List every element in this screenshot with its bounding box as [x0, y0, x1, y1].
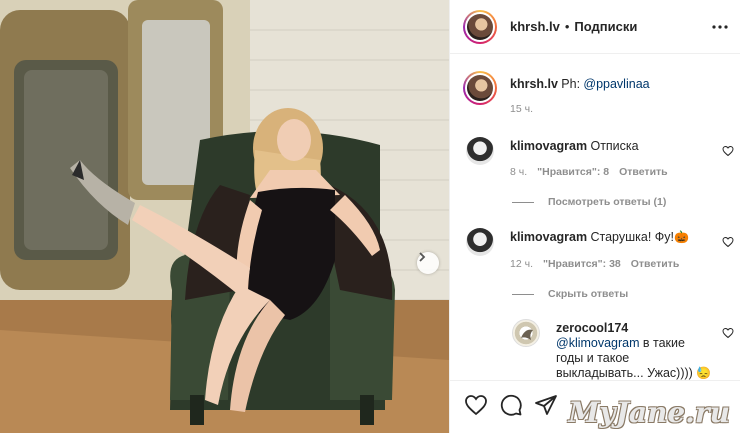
- caption-mention-link[interactable]: @ppavlinaa: [583, 77, 649, 91]
- comment-body: klimovagram Отписка: [510, 139, 639, 153]
- comment-meta: 8 ч. "Нравится": 8 Ответить: [510, 166, 678, 178]
- comment-avatar[interactable]: [466, 228, 494, 256]
- reply-button[interactable]: Ответить: [619, 166, 668, 178]
- more-horizontal-icon: [711, 25, 729, 39]
- comment-likes-count[interactable]: "Нравится": 8: [537, 166, 609, 178]
- photo-illustration: [0, 0, 449, 433]
- header-info: khrsh.lv • Подписки: [510, 19, 637, 34]
- comment-avatar[interactable]: [466, 137, 494, 165]
- caption-username[interactable]: khrsh.lv: [510, 77, 558, 91]
- reply-mention-link[interactable]: @klimovagram: [556, 336, 640, 350]
- view-replies-toggle[interactable]: Посмотреть ответы (1): [512, 196, 666, 208]
- caption-time[interactable]: 15 ч.: [510, 103, 533, 115]
- hide-replies-toggle[interactable]: Скрыть ответы: [512, 288, 628, 300]
- post-photo[interactable]: [0, 0, 449, 433]
- comment-button[interactable]: [499, 393, 523, 417]
- comments-list[interactable]: khrsh.lv Ph: @ppavlinaa 15 ч. klimovagra…: [450, 55, 740, 380]
- reply-text-line2: годы и такое: [556, 351, 630, 365]
- comment-text: Отписка: [590, 139, 639, 153]
- divider-line: [512, 201, 534, 203]
- divider-line: [512, 293, 534, 295]
- author-username[interactable]: khrsh.lv: [510, 19, 560, 34]
- reply-body: zerocool174 @klimovagram в такие годы и …: [556, 321, 711, 380]
- caption-avatar[interactable]: [463, 71, 497, 105]
- comment-username[interactable]: klimovagram: [510, 139, 587, 153]
- reply-button[interactable]: Ответить: [631, 258, 680, 270]
- hide-replies-label: Скрыть ответы: [548, 288, 629, 300]
- heart-icon: [464, 395, 488, 420]
- author-avatar[interactable]: [463, 10, 497, 44]
- heart-icon: [722, 327, 734, 342]
- reply-avatar[interactable]: [512, 319, 540, 347]
- following-button[interactable]: Подписки: [574, 19, 637, 34]
- comment-time[interactable]: 12 ч.: [510, 258, 533, 270]
- heart-icon: [722, 145, 734, 160]
- next-photo-button[interactable]: [417, 252, 439, 274]
- share-button[interactable]: [534, 393, 558, 417]
- heart-icon: [722, 236, 734, 251]
- reply-username[interactable]: zerocool174: [556, 321, 706, 336]
- view-replies-label: Посмотреть ответы (1): [548, 196, 667, 208]
- watermark: MyJane.ru: [568, 396, 730, 429]
- comment-icon: [499, 394, 523, 420]
- reply-like-button[interactable]: [722, 327, 734, 339]
- more-options-button[interactable]: [711, 18, 729, 36]
- caption: khrsh.lv Ph: @ppavlinaa: [510, 77, 650, 91]
- like-button[interactable]: [464, 393, 488, 417]
- post-header: khrsh.lv • Подписки: [450, 0, 740, 54]
- emoji: 😓: [696, 366, 712, 380]
- pumpkin-emoji: 🎃: [674, 230, 689, 244]
- comment-likes-count[interactable]: "Нравится": 38: [543, 258, 621, 270]
- comment-meta: 12 ч. "Нравится": 38 Ответить: [510, 258, 689, 270]
- comment-like-button[interactable]: [722, 236, 734, 248]
- separator-dot: •: [564, 19, 570, 34]
- reply-text-line1: в такие: [642, 336, 685, 350]
- post-sidebar: khrsh.lv • Подписки khrsh.lv Ph: @ppavlina…: [449, 0, 740, 433]
- caption-meta: 15 ч.: [510, 103, 543, 115]
- comment-like-button[interactable]: [722, 145, 734, 157]
- comment-time[interactable]: 8 ч.: [510, 166, 527, 178]
- comment-username[interactable]: klimovagram: [510, 230, 587, 244]
- comment-text: Старушка! Фу!: [590, 230, 674, 244]
- caption-prefix: Ph:: [561, 77, 581, 91]
- reply-text-line3: выкладывать... Ужас)))): [556, 366, 693, 380]
- share-icon: [534, 395, 558, 420]
- comment-body: klimovagram Старушка! Фу!🎃: [510, 230, 689, 244]
